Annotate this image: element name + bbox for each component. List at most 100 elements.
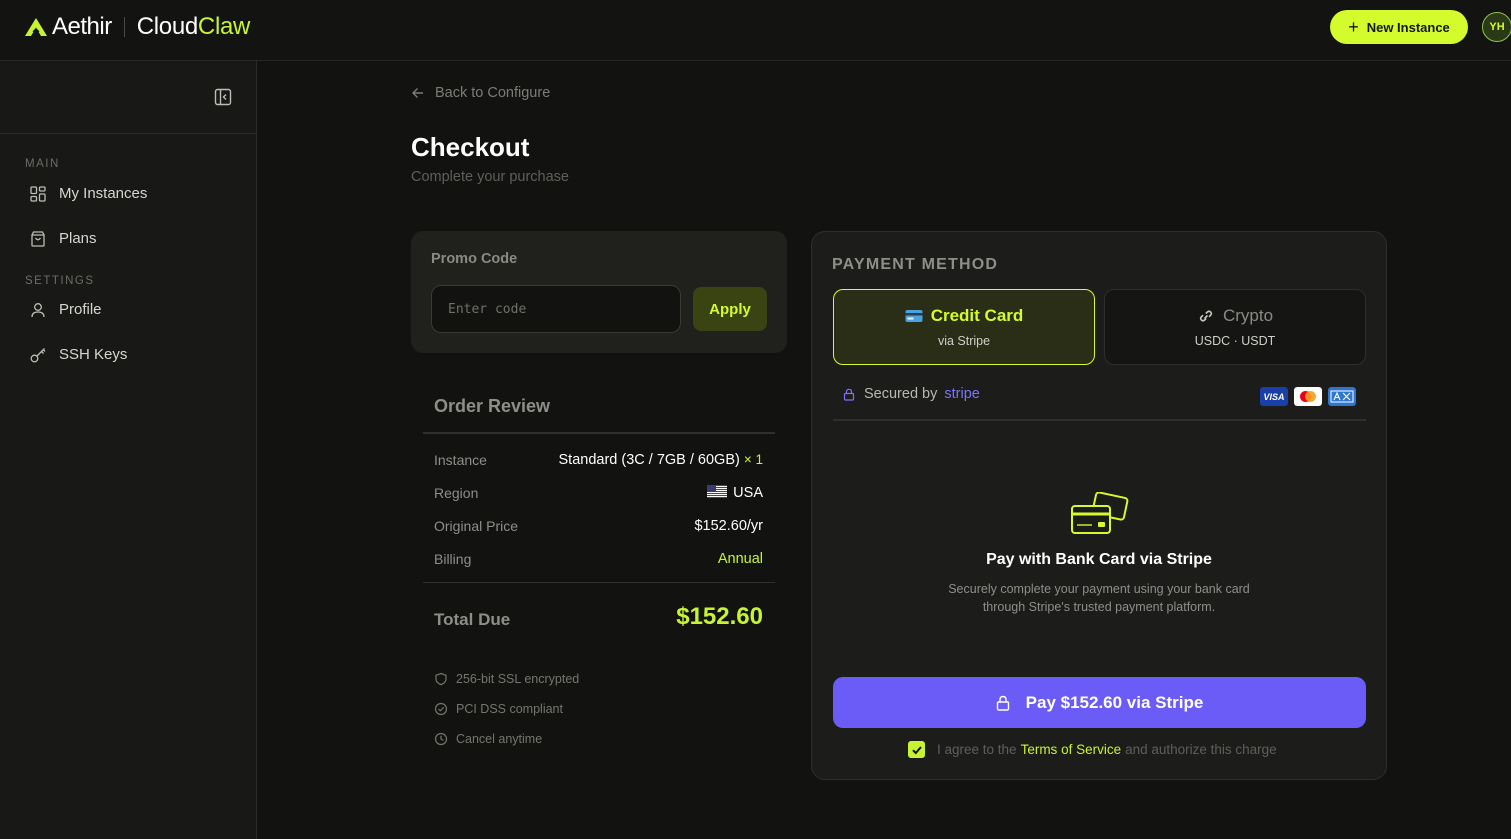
sidebar-item-ssh-keys[interactable]: SSH Keys <box>0 332 256 377</box>
sidebar-item-label: My Instances <box>59 185 148 202</box>
back-link-label: Back to Configure <box>435 85 551 101</box>
total-due-value: $152.60 <box>676 603 763 630</box>
credit-card-icon <box>905 310 923 322</box>
sidebar-item-label: Profile <box>59 301 102 318</box>
brand-separator <box>123 17 125 37</box>
back-to-configure-link[interactable]: Back to Configure <box>411 85 550 101</box>
sidebar-item-my-instances[interactable]: My Instances <box>0 171 256 216</box>
assurance-label: Cancel anytime <box>456 732 543 746</box>
grid-icon <box>30 185 46 202</box>
payment-option-name: Crypto <box>1105 306 1365 326</box>
brand[interactable]: Aethir CloudClaw <box>24 13 250 41</box>
product-name: CloudClaw <box>136 13 251 41</box>
order-review-title: Order Review <box>434 396 551 416</box>
nav-section-main: MAIN <box>25 158 60 170</box>
amex-icon <box>1328 387 1356 406</box>
crypto-label: Crypto <box>1222 306 1274 325</box>
check-circle-icon <box>434 702 448 716</box>
payment-method-card: PAYMENT METHOD Credit Card via Stripe Cr… <box>811 231 1387 780</box>
payment-option-sub: USDC · USDT <box>1194 334 1276 348</box>
assurance-label: PCI DSS compliant <box>456 702 563 716</box>
visa-icon: VISA <box>1260 387 1288 406</box>
promo-code-card: Promo Code Apply <box>411 231 787 353</box>
brand-name: Aethir <box>52 13 112 40</box>
assurance-pci: PCI DSS compliant <box>434 694 579 724</box>
description-line: through Stripe's trusted payment platfor… <box>982 600 1216 614</box>
link-icon <box>1199 310 1213 322</box>
apply-button[interactable]: Apply <box>693 287 767 331</box>
new-instance-label: New Instance <box>1366 19 1450 35</box>
plus-icon: + <box>1348 17 1359 37</box>
svg-text:VISA: VISA <box>1263 392 1284 402</box>
assurance-ssl: 256-bit SSL encrypted <box>434 664 579 694</box>
lock-icon <box>996 695 1009 711</box>
assurance-list: 256-bit SSL encrypted PCI DSS compliant … <box>434 664 579 754</box>
payment-option-crypto[interactable]: Crypto USDC · USDT <box>1104 289 1366 365</box>
terms-of-service-link[interactable]: Terms of Service <box>1021 742 1122 757</box>
shield-icon <box>435 672 447 686</box>
user-icon <box>31 302 45 317</box>
payment-option-sub: via Stripe <box>937 334 991 348</box>
card-brand-badges: VISA <box>1260 387 1356 406</box>
lock-icon <box>843 388 855 401</box>
order-row-key: Region <box>434 484 479 501</box>
agree-suffix: and authorize this charge <box>1125 742 1277 757</box>
payment-method-title: PAYMENT METHOD <box>832 256 999 273</box>
nav-section-settings: SETTINGS <box>25 275 95 287</box>
mastercard-icon <box>1294 387 1322 406</box>
sidebar: MAIN My Instances Plans SETTINGS Profile… <box>0 61 257 839</box>
bag-icon <box>31 230 45 247</box>
divider <box>423 432 775 434</box>
assurance-label: 256-bit SSL encrypted <box>456 672 580 686</box>
sidebar-collapse-icon[interactable] <box>213 87 233 107</box>
page-title: Checkout <box>411 132 530 162</box>
sidebar-item-profile[interactable]: Profile <box>0 287 256 332</box>
secured-by-stripe: Secured by stripe <box>843 386 980 402</box>
divider <box>423 582 775 583</box>
order-review-rows: Instance Standard (3C / 7GB / 60GB) × 1 R… <box>434 443 763 575</box>
order-row-key: Original Price <box>434 517 519 534</box>
sidebar-item-plans[interactable]: Plans <box>0 216 256 261</box>
product-name-prefix: Cloud <box>136 13 199 40</box>
checkmark-icon <box>911 745 922 754</box>
aethir-logo-icon <box>25 18 47 36</box>
total-due-label: Total Due <box>434 610 511 629</box>
bank-card-panel-description: Securely complete your payment using you… <box>812 580 1386 616</box>
divider <box>833 419 1366 421</box>
description-line: Securely complete your payment using you… <box>948 582 1250 596</box>
arrow-left-icon <box>412 88 423 98</box>
instance-quantity: × 1 <box>743 451 763 467</box>
key-icon <box>30 347 46 362</box>
secured-by-label: Secured by <box>864 386 938 402</box>
promo-code-input[interactable] <box>431 285 681 333</box>
page-subtitle: Complete your purchase <box>411 169 569 185</box>
new-instance-button[interactable]: + New Instance <box>1330 10 1468 44</box>
bank-card-panel-title: Pay with Bank Card via Stripe <box>986 551 1212 568</box>
credit-card-label: Credit Card <box>930 306 1024 325</box>
top-bar: Aethir CloudClaw + New Instance YH <box>0 0 1511 61</box>
sidebar-header <box>0 61 256 134</box>
us-flag-icon <box>707 484 728 498</box>
agree-prefix: I agree to the <box>937 742 1017 757</box>
stripe-wordmark: stripe <box>944 386 980 402</box>
order-row-region: Region USA <box>434 476 763 509</box>
order-row-original-price: Original Price $152.60/yr <box>434 509 763 542</box>
sidebar-item-label: Plans <box>59 230 97 247</box>
assurance-cancel: Cancel anytime <box>434 724 579 754</box>
order-row-key: Billing <box>434 550 472 567</box>
product-name-accent: Claw <box>197 13 251 40</box>
order-row-key: Instance <box>434 451 487 468</box>
sidebar-item-label: SSH Keys <box>59 346 128 363</box>
pay-via-stripe-button[interactable]: Pay $152.60 via Stripe <box>833 677 1366 728</box>
terms-agreement: I agree to the Terms of Service and auth… <box>908 741 1277 758</box>
payment-option-credit-card[interactable]: Credit Card via Stripe <box>833 289 1095 365</box>
avatar[interactable]: YH <box>1482 12 1511 42</box>
region-name: USA <box>733 484 763 501</box>
order-row-value: USA <box>707 484 763 501</box>
instance-spec: Standard (3C / 7GB / 60GB) <box>558 451 740 468</box>
terms-checkbox[interactable] <box>908 741 925 758</box>
clock-icon <box>434 732 448 746</box>
order-row-value: Annual <box>717 550 763 567</box>
order-row-value: $152.60/yr <box>694 517 763 534</box>
promo-code-label: Promo Code <box>431 251 518 267</box>
